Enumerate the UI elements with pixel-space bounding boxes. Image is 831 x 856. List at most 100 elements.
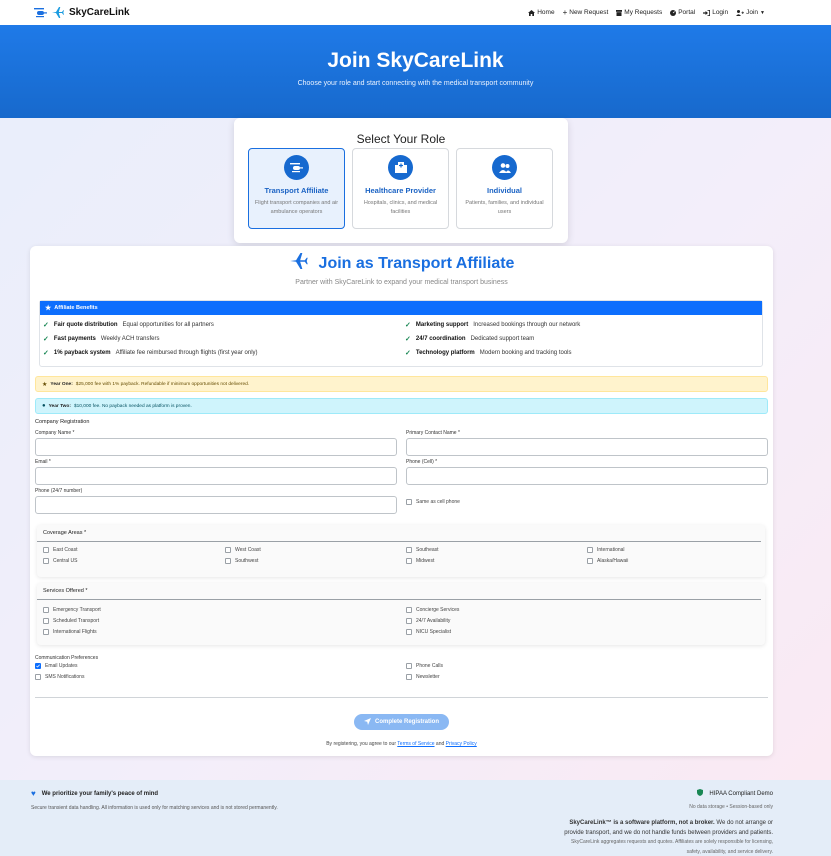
email-input[interactable]	[35, 467, 397, 485]
service-option[interactable]: 24/7 Availability	[406, 618, 450, 624]
brand[interactable]: SkyCareLink	[34, 7, 130, 18]
checkbox-box[interactable]	[43, 558, 49, 564]
nav-home[interactable]: Home	[528, 9, 555, 16]
coverage-option[interactable]: Southeast	[406, 547, 439, 553]
brand-name: SkyCareLink	[69, 7, 130, 18]
service-option[interactable]: International Flights	[43, 629, 97, 635]
same-as-cell-checkbox[interactable]: Same as cell phone	[406, 499, 460, 505]
check-icon: ✓	[43, 349, 49, 357]
privacy-policy-link[interactable]: Privacy Policy	[446, 741, 477, 747]
star-circle-icon: ★	[42, 381, 48, 388]
checkbox-box[interactable]	[406, 674, 412, 680]
nav-login[interactable]: Login	[703, 9, 728, 16]
coverage-option[interactable]: International	[587, 547, 625, 553]
checkbox-box[interactable]	[406, 547, 412, 553]
benefits-box: ★ Affiliate Benefits ✓ Fair quote distrib…	[39, 300, 763, 367]
nav-new-request[interactable]: + New Request	[562, 7, 609, 17]
coverage-panel: Coverage Areas * East Coast West Coast Sou…	[37, 525, 765, 577]
service-option[interactable]: Emergency Transport	[43, 607, 101, 613]
service-option[interactable]: Concierge Services	[406, 607, 459, 613]
role-individual[interactable]: Individual Patients, families, and indiv…	[456, 148, 553, 229]
benefit-item: ✓ Fair quote distribution Equal opportunit…	[43, 320, 405, 329]
helicopter-icon	[284, 155, 309, 180]
form-title: Join as Transport Affiliate	[30, 253, 773, 274]
checkbox-box[interactable]	[43, 547, 49, 553]
service-option[interactable]: Scheduled Transport	[43, 618, 99, 624]
phone-247-input[interactable]	[35, 496, 397, 514]
checkbox-label: East Coast	[53, 547, 78, 553]
checkbox-box[interactable]	[587, 547, 593, 553]
nav-my-requests[interactable]: My Requests	[616, 9, 662, 16]
benefit-title: 24/7 coordination	[415, 335, 466, 342]
checkbox-label: Phone Calls	[416, 663, 443, 669]
benefit-item: ✓ Marketing support Increased bookings thr…	[405, 320, 762, 329]
checkbox-label: International	[597, 547, 625, 553]
checkbox-box[interactable]	[587, 558, 593, 564]
service-option[interactable]: NICU Specialist	[406, 629, 451, 635]
nav-join-label: Join	[746, 9, 759, 16]
benefits-heading: Affiliate Benefits	[54, 305, 98, 311]
coverage-option[interactable]: Central US	[43, 558, 77, 564]
star-icon: ★	[45, 305, 52, 312]
coverage-option[interactable]: West Coast	[225, 547, 261, 553]
checkbox-label: Southeast	[416, 547, 439, 553]
check-icon: ✓	[43, 321, 49, 329]
plus-icon: +	[562, 7, 568, 17]
benefit-text: Dedicated support team	[470, 335, 535, 342]
coverage-option[interactable]: East Coast	[43, 547, 77, 553]
checkbox-box[interactable]	[35, 663, 41, 669]
check-icon: ✓	[43, 335, 49, 343]
footer-right-title: HIPAA Compliant Demo	[564, 789, 773, 798]
plane-icon	[289, 253, 309, 274]
nav-join-dropdown[interactable]: Join ▼	[736, 9, 765, 16]
checkbox-label: 24/7 Availability	[416, 618, 451, 624]
coverage-option[interactable]: Alaska/Hawaii	[587, 558, 628, 564]
checkbox-box[interactable]	[225, 558, 231, 564]
primary-contact-input[interactable]	[406, 438, 768, 456]
comm-option[interactable]: Newsletter	[406, 674, 440, 680]
company-name-input[interactable]	[35, 438, 397, 456]
coverage-option[interactable]: Southwest	[225, 558, 258, 564]
role-healthcare-provider[interactable]: Healthcare Provider Hospitals, clinics, …	[352, 148, 449, 229]
checkbox-box[interactable]	[225, 547, 231, 553]
primary-contact-label: Primary Contact Name *	[406, 430, 460, 436]
comm-option[interactable]: Email Updates	[35, 663, 78, 669]
footer-disclaimer-rest: We do not arrange or	[716, 820, 773, 826]
coverage-title: Coverage Areas *	[37, 525, 761, 542]
checkbox-label: Newsletter	[416, 674, 440, 680]
submit-label: Complete Registration	[374, 719, 439, 725]
terms-of-service-link[interactable]: Terms of Service	[397, 741, 434, 747]
checkbox-box[interactable]	[406, 618, 412, 624]
benefit-item: ✓ 24/7 coordination Dedicated support team	[405, 334, 762, 343]
complete-registration-button[interactable]: Complete Registration	[354, 714, 449, 730]
navbar: SkyCareLink Home + New Request My Reques…	[0, 0, 831, 25]
footer-right: HIPAA Compliant Demo No data storage • S…	[564, 789, 773, 856]
footer: ♥ We prioritize your family's peace of m…	[0, 780, 831, 856]
hero-subtitle: Choose your role and start connecting wi…	[297, 80, 534, 87]
benefit-title: Technology platform	[415, 349, 475, 356]
checkbox-box[interactable]	[406, 607, 412, 613]
role-select-card: Select Your Role Transport Affiliate Fli…	[234, 118, 568, 243]
checkbox-box[interactable]	[43, 607, 49, 613]
comm-option[interactable]: Phone Calls	[406, 663, 443, 669]
benefit-title: Fair quote distribution	[53, 321, 118, 328]
caret-down-icon: ▼	[760, 9, 765, 16]
checkbox-box[interactable]	[35, 674, 41, 680]
checkbox-box[interactable]	[43, 618, 49, 624]
phone-cell-input[interactable]	[406, 467, 768, 485]
role-transport-affiliate[interactable]: Transport Affiliate Flight transport com…	[248, 148, 345, 229]
checkbox-label: NICU Specialist	[416, 629, 452, 635]
comm-option[interactable]: SMS Notifications	[35, 674, 84, 680]
benefits-header: ★ Affiliate Benefits	[40, 301, 762, 315]
checkbox-box[interactable]	[43, 629, 49, 635]
nav-portal[interactable]: Portal	[670, 9, 695, 16]
benefit-title: 1% payback system	[53, 349, 111, 356]
hero-banner: Join SkyCareLink Choose your role and st…	[0, 25, 831, 118]
checkbox-box[interactable]	[406, 629, 412, 635]
checkbox-box[interactable]	[406, 663, 412, 669]
checkbox-box[interactable]	[406, 499, 412, 505]
role-title: Individual	[486, 186, 522, 195]
coverage-option[interactable]: Midwest	[406, 558, 434, 564]
checkbox-box[interactable]	[406, 558, 412, 564]
footer-disclaimer-line2: provide transport, and we do not handle …	[564, 830, 773, 837]
